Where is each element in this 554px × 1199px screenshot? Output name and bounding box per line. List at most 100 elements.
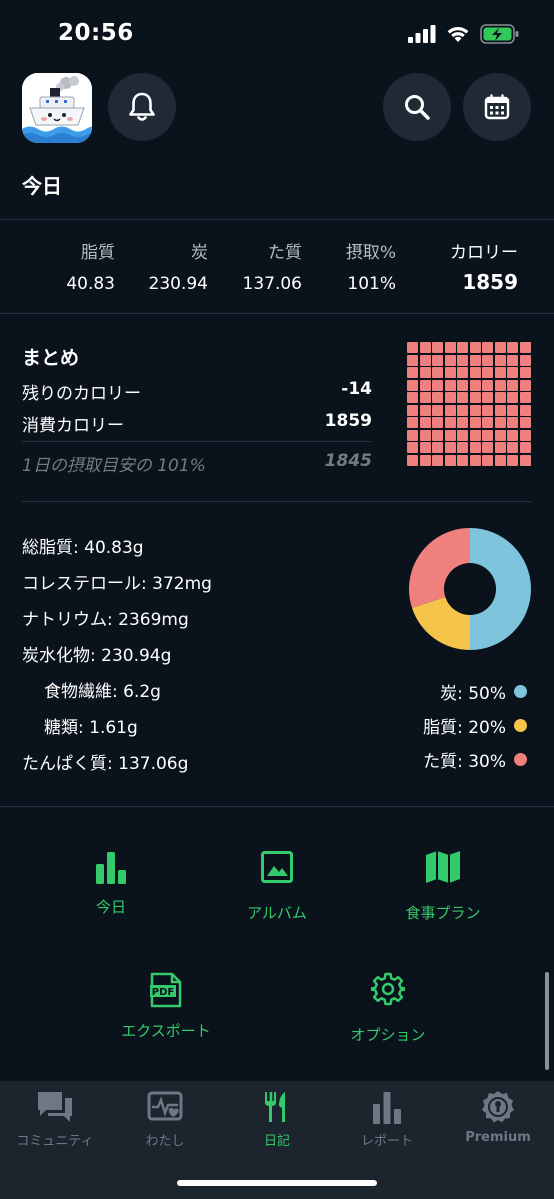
search-button[interactable] <box>383 73 451 141</box>
app-logo[interactable] <box>22 73 92 143</box>
calendar-button[interactable] <box>463 73 531 141</box>
nutrient-fat: 総脂質: 40.83g <box>22 538 144 558</box>
status-icons <box>408 24 520 44</box>
macro-protein: た質 137.06 <box>243 242 302 295</box>
divider <box>22 501 532 502</box>
grid-cell <box>444 342 456 353</box>
calendar-icon <box>484 94 510 120</box>
grid-cell <box>407 429 418 441</box>
macro-value: 1859 <box>462 270 518 294</box>
macro-label: カロリー <box>450 243 518 263</box>
grid-cell <box>519 342 531 353</box>
bell-icon <box>129 92 155 121</box>
tab-diary[interactable]: 日記 <box>222 1090 332 1149</box>
menu-export-label: エクスポート <box>121 1022 211 1040</box>
macro-carbs: 炭 230.94 <box>149 242 208 295</box>
grid-cell <box>444 379 456 391</box>
menu-meal-plan-label: 食事プラン <box>405 904 481 922</box>
grid-cell <box>432 417 443 428</box>
grid-cell <box>482 367 493 378</box>
grid-cell <box>469 367 481 378</box>
scrollbar[interactable] <box>545 972 549 1070</box>
grid-cell <box>507 379 518 391</box>
chat-icon <box>38 1092 72 1122</box>
macro-label: 摂取% <box>345 243 396 263</box>
gear-icon <box>369 972 407 1006</box>
tab-premium[interactable]: Premium <box>443 1090 553 1145</box>
grid-cell <box>519 417 531 428</box>
divider <box>0 313 554 314</box>
grid-cell <box>419 404 431 416</box>
donut-slice-0 <box>470 528 531 650</box>
grid-cell <box>519 454 531 466</box>
grid-cell <box>519 404 531 416</box>
nutrient-protein: たんぱく質: 137.06g <box>22 754 189 774</box>
macro-label: た質 <box>268 243 302 263</box>
menu-options-label: オプション <box>350 1026 426 1044</box>
calorie-progress-grid <box>407 342 533 468</box>
grid-cell <box>407 392 418 403</box>
notifications-button[interactable] <box>108 73 176 141</box>
grid-cell <box>444 429 456 441</box>
grid-cell <box>507 454 518 466</box>
grid-cell <box>419 392 431 403</box>
grid-cell <box>494 354 506 366</box>
grid-cell <box>419 354 431 366</box>
menu-today-button[interactable]: 今日 <box>41 850 181 917</box>
menu-meal-plan-button[interactable]: 食事プラン <box>373 850 513 923</box>
image-icon <box>261 851 293 883</box>
grid-cell <box>419 417 431 428</box>
bar-chart-icon <box>373 1092 401 1124</box>
grid-cell <box>457 367 468 378</box>
daily-target-row: 1日の摂取目安の 101% 1845 <box>22 451 372 476</box>
grid-cell <box>482 379 493 391</box>
legend-dot-carbs <box>514 685 527 698</box>
grid-cell <box>407 417 418 428</box>
grid-cell <box>519 367 531 378</box>
grid-cell <box>407 379 418 391</box>
menu-export-button[interactable]: PDF エクスポート <box>96 972 236 1041</box>
grid-cell <box>507 429 518 441</box>
grid-cell <box>469 454 481 466</box>
grid-cell <box>407 404 418 416</box>
grid-cell <box>432 404 443 416</box>
grid-cell <box>419 442 431 453</box>
tab-report[interactable]: レポート <box>332 1090 442 1149</box>
macro-label: 炭 <box>191 243 208 263</box>
remaining-calories-row: 残りのカロリー -14 <box>22 379 372 404</box>
grid-cell <box>482 429 493 441</box>
grid-cell <box>407 442 418 453</box>
menu-options-button[interactable]: オプション <box>318 972 458 1045</box>
daily-target-value: 1845 <box>324 451 372 471</box>
menu-album-label: アルバム <box>247 904 307 922</box>
grid-cell <box>457 342 468 353</box>
status-time: 20:56 <box>58 20 134 46</box>
grid-cell <box>482 404 493 416</box>
signal-icon <box>408 25 436 43</box>
legend-carbs: 炭: 50% <box>440 679 527 704</box>
grid-cell <box>419 367 431 378</box>
grid-cell <box>432 429 443 441</box>
legend-label: 炭: 50% <box>440 684 506 704</box>
macro-value: 137.06 <box>242 274 302 294</box>
grid-cell <box>457 417 468 428</box>
grid-cell <box>469 379 481 391</box>
tab-community[interactable]: コミュニティ <box>0 1090 110 1149</box>
battery-charging-icon <box>480 24 519 44</box>
legend-label: 脂質: 20% <box>423 718 506 738</box>
page-title: 今日 <box>22 174 62 198</box>
grid-cell <box>432 442 443 453</box>
grid-cell <box>444 354 456 366</box>
legend-protein: た質: 30% <box>423 747 527 772</box>
macro-donut-chart <box>409 528 531 650</box>
grid-cell <box>444 392 456 403</box>
grid-cell <box>494 379 506 391</box>
grid-cell <box>469 442 481 453</box>
menu-album-button[interactable]: アルバム <box>207 850 347 923</box>
tab-me[interactable]: わたし <box>110 1090 220 1149</box>
grid-cell <box>457 354 468 366</box>
legend-dot-protein <box>514 753 527 766</box>
grid-cell <box>482 454 493 466</box>
grid-cell <box>457 442 468 453</box>
grid-cell <box>482 354 493 366</box>
